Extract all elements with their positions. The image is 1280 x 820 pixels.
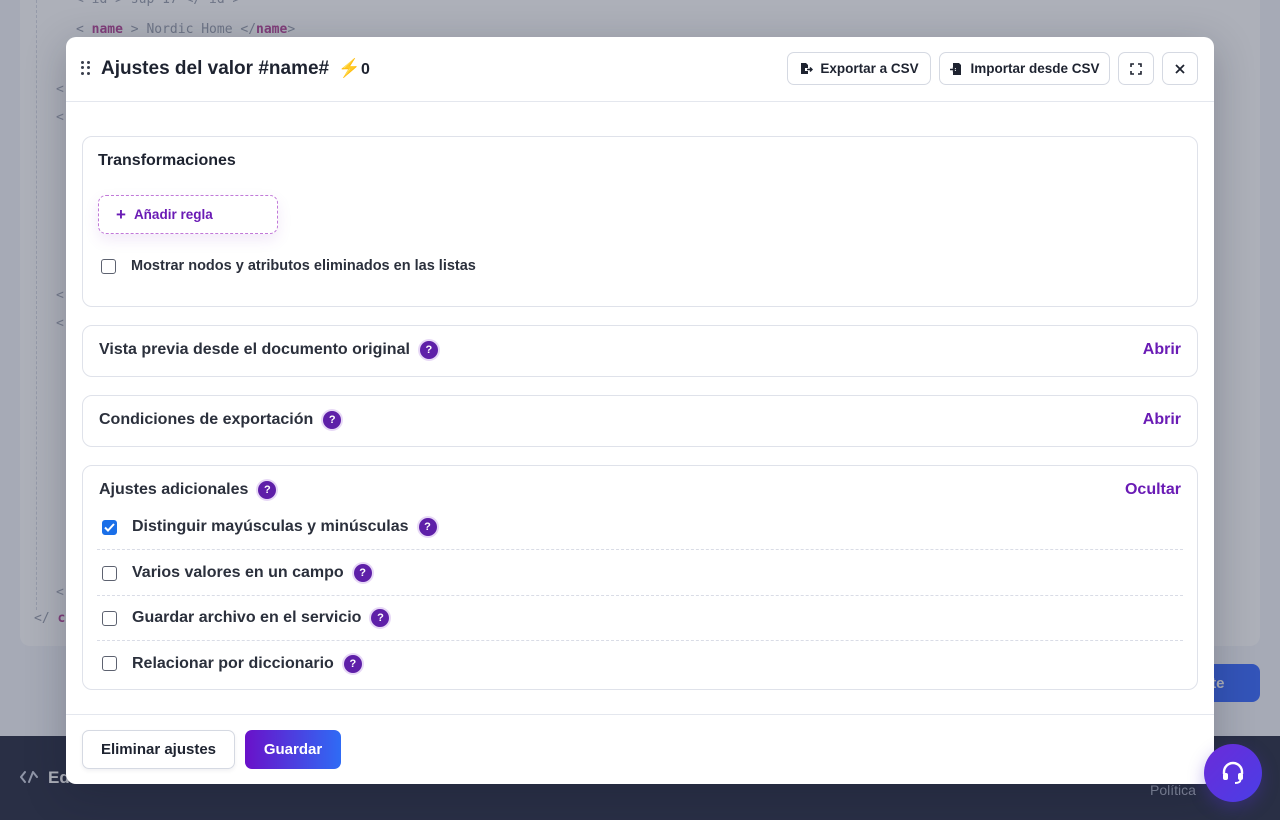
modal-title: Ajustes del valor #name# xyxy=(101,58,330,79)
dictionary-match-label: Relacionar por diccionario xyxy=(132,654,334,672)
save-button[interactable]: Guardar xyxy=(245,730,341,769)
save-file-label: Guardar archivo en el servicio xyxy=(132,609,362,626)
show-deleted-label: Mostrar nodos y atributos eliminados en … xyxy=(131,258,476,274)
close-icon xyxy=(1175,63,1185,74)
file-import-icon xyxy=(950,62,962,75)
show-deleted-checkbox[interactable] xyxy=(101,258,116,274)
help-icon[interactable]: ? xyxy=(419,341,438,359)
help-icon[interactable]: ? xyxy=(258,481,277,499)
headset-icon xyxy=(1222,761,1244,784)
setting-row[interactable]: Distinguir mayúsculas y minúsculas ? xyxy=(97,505,1183,550)
additional-hide-link[interactable]: Ocultar xyxy=(1125,481,1181,499)
case-sensitive-checkbox[interactable] xyxy=(102,519,117,535)
preview-title: Vista previa desde el documento original xyxy=(99,341,410,358)
additional-section-header: Ajustes adicionales ? xyxy=(99,481,277,499)
add-rule-button[interactable]: + Añadir regla xyxy=(98,195,278,234)
plus-icon: + xyxy=(116,205,126,224)
save-file-checkbox[interactable] xyxy=(102,610,117,626)
help-icon[interactable]: ? xyxy=(418,518,437,536)
transformations-section: Transformaciones + Añadir regla Mostrar … xyxy=(82,136,1198,307)
setting-row[interactable]: Relacionar por diccionario ? xyxy=(97,641,1183,686)
help-icon[interactable]: ? xyxy=(343,654,362,673)
multiple-values-checkbox[interactable] xyxy=(102,565,117,581)
export-csv-label: Exportar a CSV xyxy=(820,61,919,76)
help-icon[interactable]: ? xyxy=(371,609,390,627)
help-icon[interactable]: ? xyxy=(353,564,372,582)
remove-settings-button[interactable]: Eliminar ajustes xyxy=(82,730,235,769)
import-csv-label: Importar desde CSV xyxy=(970,61,1100,76)
bolt-count: 0 xyxy=(361,61,370,78)
close-button[interactable] xyxy=(1162,52,1198,85)
modal-footer: Eliminar ajustes Guardar xyxy=(66,714,1214,784)
multiple-values-label: Varios valores en un campo xyxy=(132,564,344,581)
support-chat-button[interactable] xyxy=(1204,744,1262,802)
conditions-open-link[interactable]: Abrir xyxy=(1143,411,1181,429)
setting-row[interactable]: Guardar archivo en el servicio ? xyxy=(97,596,1183,641)
preview-section[interactable]: Vista previa desde el documento original… xyxy=(82,325,1198,377)
conditions-section[interactable]: Condiciones de exportación ? Abrir xyxy=(82,395,1198,447)
preview-section-header: Vista previa desde el documento original… xyxy=(99,341,438,359)
show-deleted-row[interactable]: Mostrar nodos y atributos eliminados en … xyxy=(101,258,476,274)
modal-header: Ajustes del valor #name# ⚡ 0 Exportar a … xyxy=(66,37,1214,102)
import-csv-button[interactable]: Importar desde CSV xyxy=(939,52,1110,85)
help-icon[interactable]: ? xyxy=(323,411,342,429)
dictionary-match-checkbox[interactable] xyxy=(102,656,117,671)
file-export-icon xyxy=(801,62,814,74)
drag-handle-icon[interactable] xyxy=(81,61,91,75)
preview-open-link[interactable]: Abrir xyxy=(1143,341,1181,359)
conditions-title: Condiciones de exportación xyxy=(99,411,314,428)
additional-settings-section: Ajustes adicionales ? Ocultar Distinguir… xyxy=(82,465,1198,690)
transformations-title: Transformaciones xyxy=(98,152,236,169)
conditions-section-header: Condiciones de exportación ? xyxy=(99,411,342,429)
export-csv-button[interactable]: Exportar a CSV xyxy=(787,52,931,85)
additional-title: Ajustes adicionales xyxy=(99,481,249,498)
case-sensitive-label: Distinguir mayúsculas y minúsculas xyxy=(132,518,409,535)
setting-row[interactable]: Varios valores en un campo ? xyxy=(97,551,1183,596)
expand-icon xyxy=(1130,62,1142,75)
expand-button[interactable] xyxy=(1118,52,1154,85)
settings-modal: Ajustes del valor #name# ⚡ 0 Exportar a … xyxy=(66,37,1214,784)
lightning-bolt-icon: ⚡ xyxy=(338,58,361,78)
add-rule-label: Añadir regla xyxy=(133,207,213,222)
checkmark-icon xyxy=(104,522,115,532)
